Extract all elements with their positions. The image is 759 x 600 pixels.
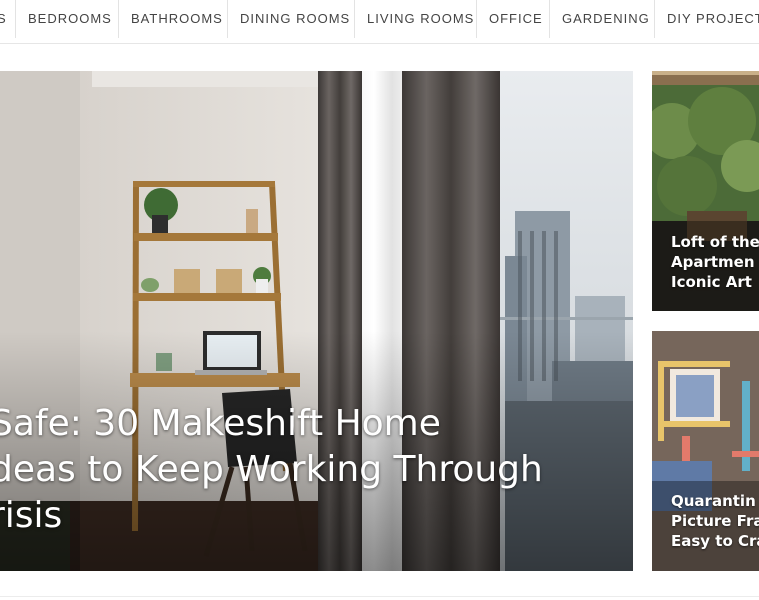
category-nav: S BEDROOMS BATHROOMS DINING ROOMS LIVING… bbox=[0, 0, 759, 44]
featured-article-title[interactable]: Safe: 30 Makeshift Home deas to Keep Wor… bbox=[0, 401, 630, 539]
section-divider bbox=[0, 596, 759, 597]
nav-divider bbox=[549, 0, 550, 38]
nav-divider bbox=[654, 0, 655, 38]
nav-item-bathrooms[interactable]: BATHROOMS bbox=[131, 0, 223, 38]
title-line: Picture Fra bbox=[671, 512, 759, 530]
title-line: Loft of the bbox=[671, 233, 759, 251]
nav-divider bbox=[15, 0, 16, 38]
side-article-title[interactable]: Loft of the Apartmen Iconic Art bbox=[671, 232, 759, 292]
title-line: Iconic Art bbox=[671, 273, 752, 291]
nav-item-dining-rooms[interactable]: DINING ROOMS bbox=[240, 0, 350, 38]
nav-item-bedrooms[interactable]: BEDROOMS bbox=[28, 0, 112, 38]
nav-divider bbox=[227, 0, 228, 38]
featured-article-card[interactable]: Safe: 30 Makeshift Home deas to Keep Wor… bbox=[0, 71, 633, 571]
title-line: Quarantin bbox=[671, 492, 756, 510]
nav-item-office[interactable]: OFFICE bbox=[489, 0, 543, 38]
side-article-card[interactable]: Loft of the Apartmen Iconic Art bbox=[652, 71, 759, 311]
title-line: Easy to Cra bbox=[671, 532, 759, 550]
title-line: risis bbox=[0, 495, 63, 536]
nav-divider bbox=[118, 0, 119, 38]
nav-item-gardening[interactable]: GARDENING bbox=[562, 0, 650, 38]
nav-item-diy-projects[interactable]: DIY PROJECTS bbox=[667, 0, 759, 38]
nav-divider bbox=[476, 0, 477, 38]
nav-divider bbox=[354, 0, 355, 38]
side-article-title[interactable]: Quarantin Picture Fra Easy to Cra bbox=[671, 491, 759, 551]
side-article-card[interactable]: Quarantin Picture Fra Easy to Cra bbox=[652, 331, 759, 571]
nav-item-living-rooms[interactable]: LIVING ROOMS bbox=[367, 0, 474, 38]
title-line: Safe: 30 Makeshift Home bbox=[0, 403, 441, 444]
title-line: Apartmen bbox=[671, 253, 755, 271]
title-line: deas to Keep Working Through bbox=[0, 449, 543, 490]
nav-item-partial[interactable]: S bbox=[0, 0, 7, 38]
